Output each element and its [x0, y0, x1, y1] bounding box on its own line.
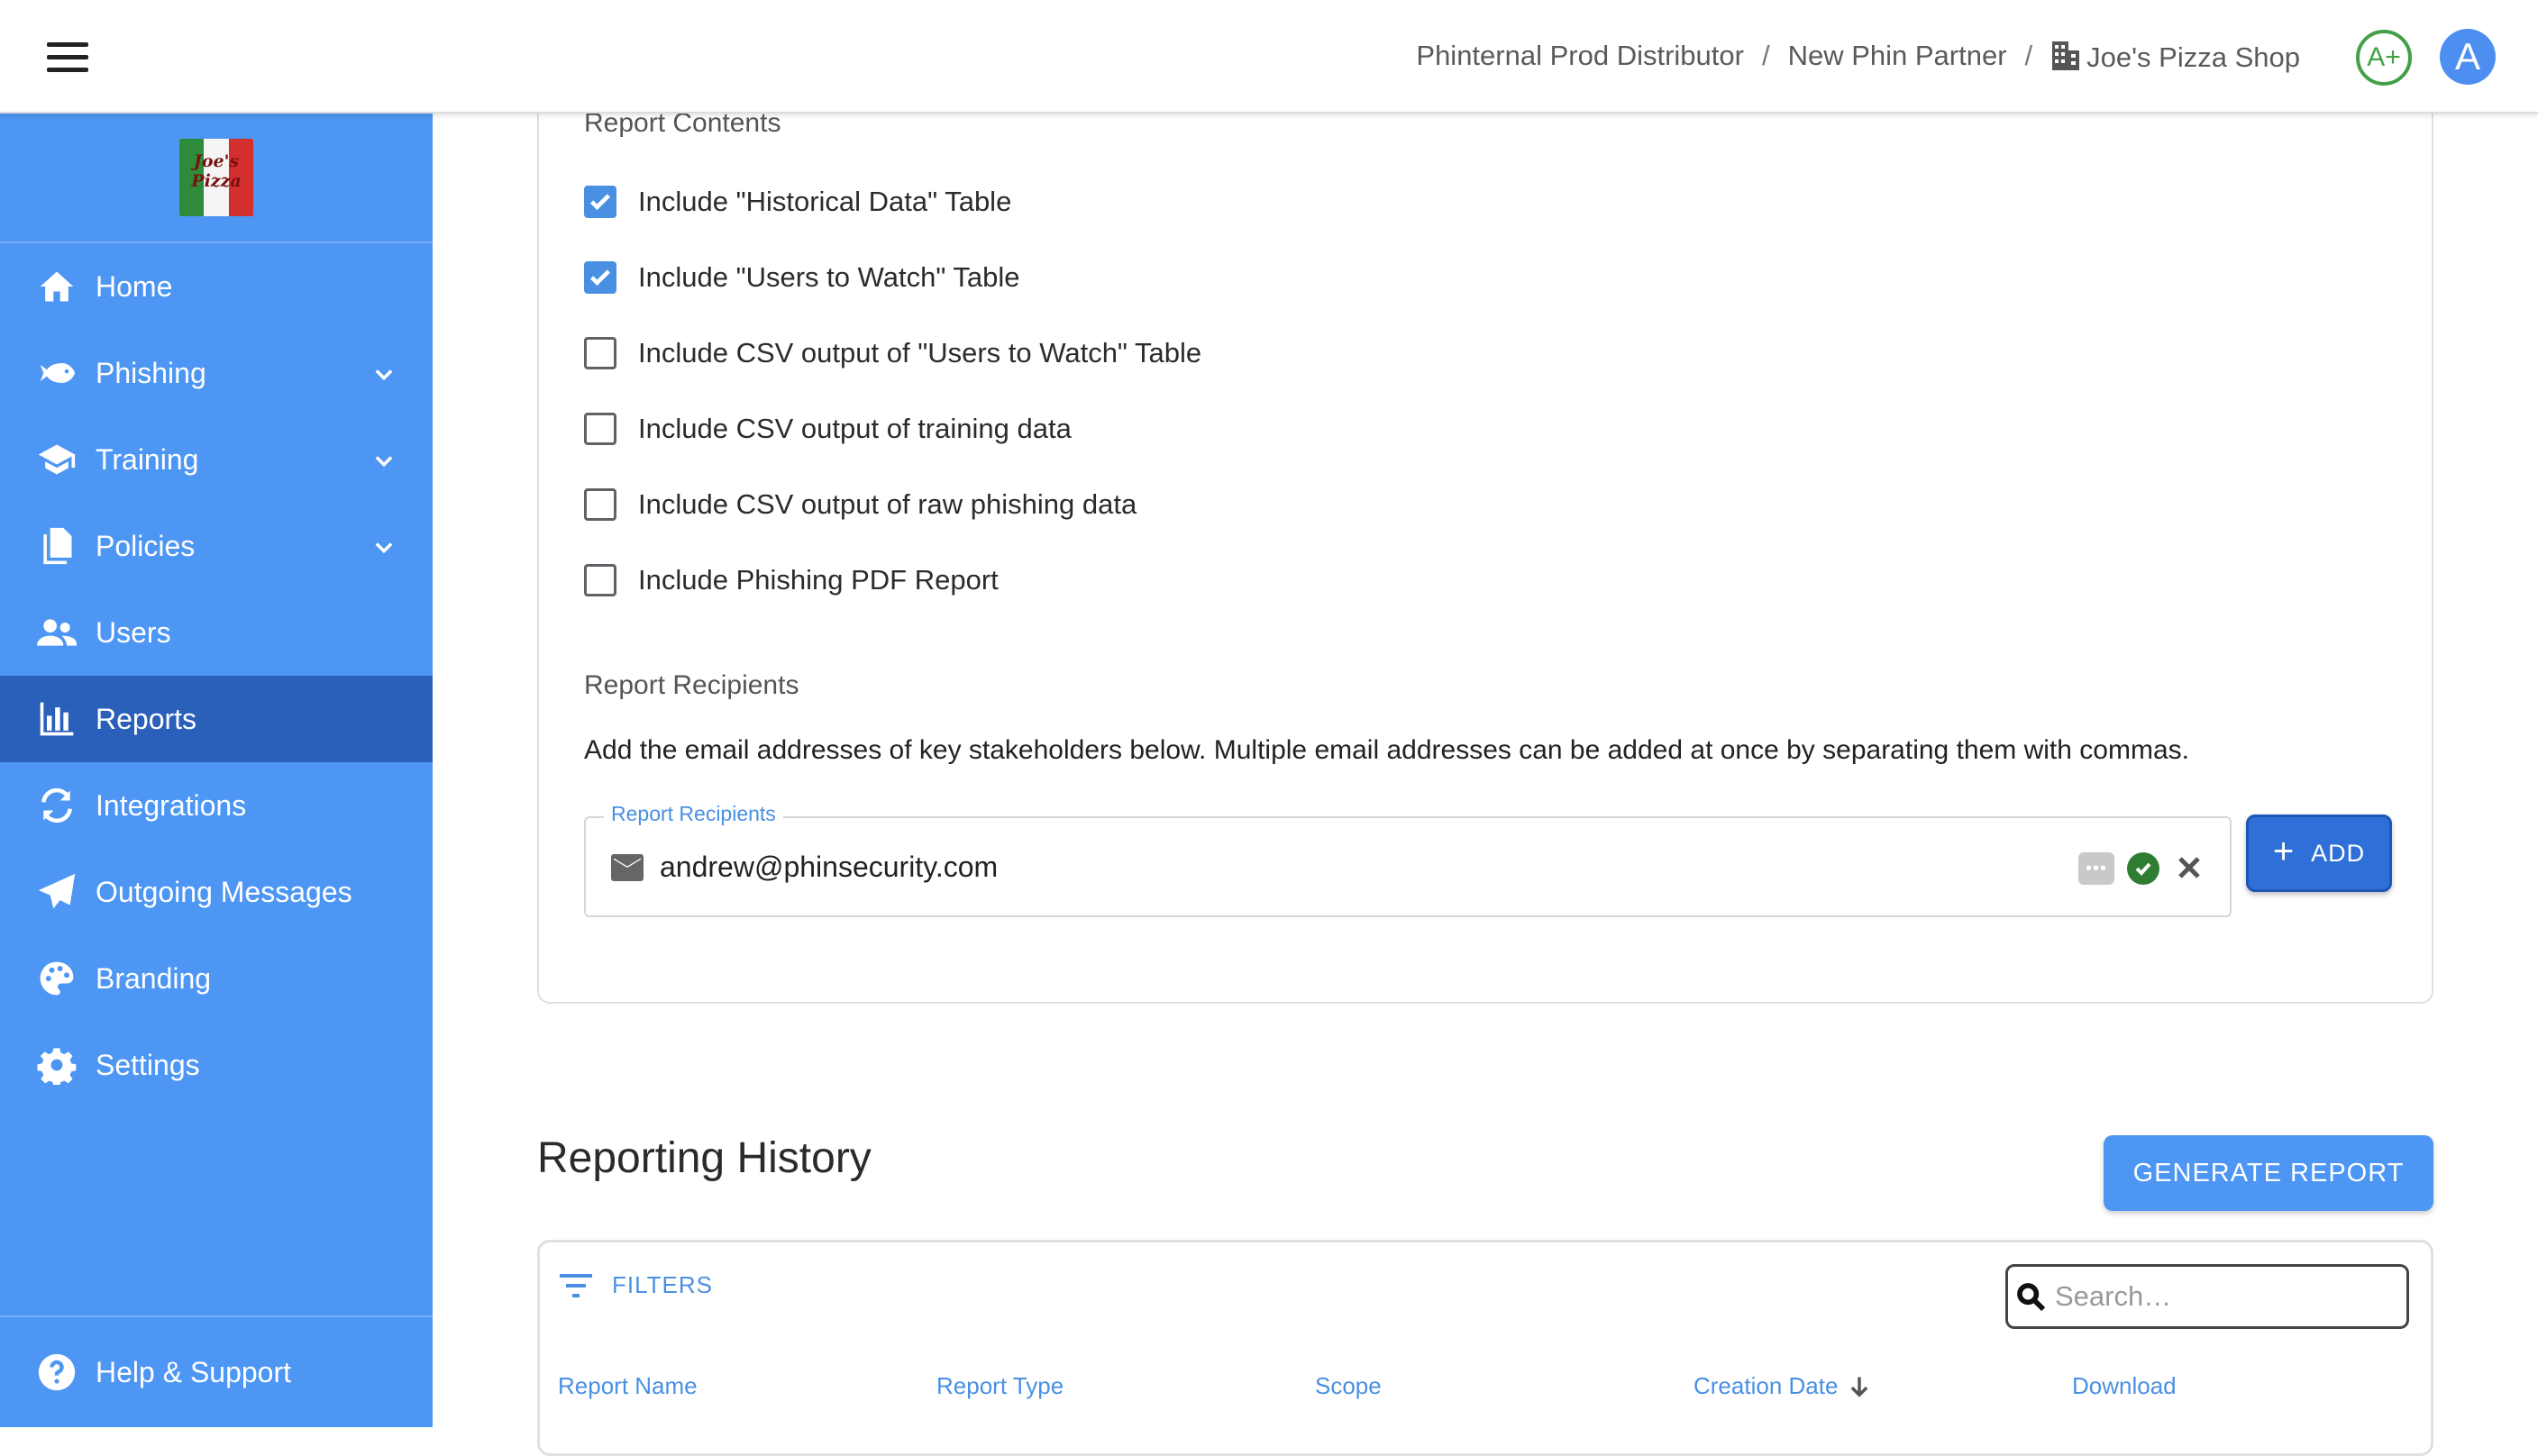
bar-chart-icon: [36, 698, 78, 740]
sidebar-item-branding[interactable]: Branding: [0, 935, 433, 1022]
building-icon: [2052, 41, 2080, 70]
reporting-history-table: FILTERS Report Name Report Type Scope Cr…: [537, 1240, 2433, 1456]
email-icon: [611, 854, 644, 881]
sidebar-item-label: Settings: [96, 1048, 200, 1081]
search-icon: [2017, 1283, 2046, 1312]
help-support-link[interactable]: Help & Support: [0, 1315, 433, 1427]
sidebar-item-label: Home: [96, 269, 173, 303]
sidebar-item-label: Integrations: [96, 788, 247, 822]
option-label: Include CSV output of "Users to Watch" T…: [638, 337, 1202, 369]
breadcrumb-distributor[interactable]: Phinternal Prod Distributor: [1416, 40, 1744, 72]
option-csv-training[interactable]: Include CSV output of training data: [584, 413, 1072, 445]
sidebar-nav: Home Phishing Training Policies Users Re…: [0, 243, 433, 1108]
plus-icon: +: [2272, 831, 2296, 871]
option-label: Include Phishing PDF Report: [638, 564, 999, 596]
sidebar-item-training[interactable]: Training: [0, 416, 433, 503]
paper-plane-icon: [36, 871, 78, 913]
checkbox-unchecked[interactable]: [584, 337, 616, 369]
sidebar-item-label: Branding: [96, 961, 212, 995]
option-label: Include "Users to Watch" Table: [638, 261, 1020, 293]
filters-label: FILTERS: [612, 1271, 713, 1298]
home-icon: [36, 266, 78, 307]
sidebar: Joe's Pizza Home Phishing Training Polic…: [0, 114, 433, 1427]
check-circle-icon: [2127, 852, 2159, 885]
help-support-label: Help & Support: [96, 1355, 292, 1388]
sidebar-item-label: Outgoing Messages: [96, 875, 352, 908]
breadcrumb-separator: /: [1761, 40, 1770, 71]
option-historical-data[interactable]: Include "Historical Data" Table: [584, 186, 1011, 218]
gear-icon: [36, 1044, 78, 1086]
column-header-report-name[interactable]: Report Name: [558, 1372, 698, 1400]
breadcrumb: Phinternal Prod Distributor / New Phin P…: [1416, 38, 2300, 74]
fish-icon: [36, 352, 78, 394]
option-phishing-pdf[interactable]: Include Phishing PDF Report: [584, 564, 999, 596]
breadcrumb-separator: /: [2024, 40, 2033, 71]
logo-area: Joe's Pizza: [0, 114, 433, 243]
checkbox-unchecked[interactable]: [584, 413, 616, 445]
option-csv-users-to-watch[interactable]: Include CSV output of "Users to Watch" T…: [584, 337, 1201, 369]
more-options-icon[interactable]: •••: [2078, 852, 2114, 885]
sidebar-item-label: Training: [96, 442, 199, 476]
help-circle-icon: [36, 1351, 78, 1393]
filters-button[interactable]: FILTERS: [558, 1271, 713, 1299]
checkbox-checked[interactable]: [584, 186, 616, 218]
filter-icon: [560, 1273, 592, 1297]
sort-arrow-down-icon[interactable]: [1847, 1374, 1872, 1399]
option-label: Include CSV output of training data: [638, 413, 1072, 444]
add-recipient-button[interactable]: + ADD: [2246, 814, 2392, 892]
option-label: Include "Historical Data" Table: [638, 186, 1012, 217]
recipients-field[interactable]: Report Recipients andrew@phinsecurity.co…: [584, 802, 2232, 917]
close-icon[interactable]: [2176, 854, 2203, 881]
column-header-report-type[interactable]: Report Type: [936, 1372, 1064, 1400]
documents-icon: [36, 525, 78, 567]
column-header-download[interactable]: Download: [2072, 1372, 2177, 1400]
checkbox-unchecked[interactable]: [584, 564, 616, 596]
column-header-scope[interactable]: Scope: [1315, 1372, 1382, 1400]
palette-icon: [36, 958, 78, 999]
breadcrumb-company-label: Joe's Pizza Shop: [2086, 41, 2300, 73]
add-button-label: ADD: [2311, 839, 2366, 867]
search-input[interactable]: [2055, 1280, 2379, 1313]
chevron-down-icon[interactable]: [371, 447, 397, 472]
recipient-email[interactable]: andrew@phinsecurity.com: [660, 851, 998, 884]
report-recipients-heading: Report Recipients: [584, 670, 799, 700]
breadcrumb-partner[interactable]: New Phin Partner: [1788, 40, 2007, 72]
menu-icon[interactable]: [47, 42, 88, 73]
recipients-field-label: Report Recipients: [604, 802, 783, 826]
graduation-cap-icon: [36, 439, 78, 480]
report-settings-card: Report Contents Include "Historical Data…: [537, 90, 2433, 1004]
generate-report-button[interactable]: GENERATE REPORT: [2104, 1135, 2433, 1211]
sidebar-item-outgoing-messages[interactable]: Outgoing Messages: [0, 849, 433, 935]
sidebar-item-label: Reports: [96, 702, 197, 735]
option-users-to-watch[interactable]: Include "Users to Watch" Table: [584, 261, 1019, 294]
breadcrumb-company[interactable]: Joe's Pizza Shop: [2050, 38, 2300, 74]
search-box: [2005, 1264, 2409, 1329]
reporting-history-title: Reporting History: [537, 1134, 872, 1182]
sidebar-item-label: Users: [96, 615, 171, 649]
user-avatar[interactable]: A: [2440, 29, 2496, 85]
column-header-label: Creation Date: [1694, 1372, 1839, 1399]
column-header-creation-date[interactable]: Creation Date: [1694, 1372, 1872, 1400]
users-icon: [36, 612, 78, 653]
company-logo: Joe's Pizza: [179, 139, 253, 216]
sync-icon: [36, 785, 78, 826]
sidebar-item-users[interactable]: Users: [0, 589, 433, 676]
sidebar-item-integrations[interactable]: Integrations: [0, 762, 433, 849]
sidebar-item-reports[interactable]: Reports: [0, 676, 433, 762]
sidebar-item-home[interactable]: Home: [0, 243, 433, 330]
checkbox-checked[interactable]: [584, 261, 616, 294]
chevron-down-icon[interactable]: [371, 360, 397, 386]
top-bar: Phinternal Prod Distributor / New Phin P…: [0, 0, 2538, 114]
recipients-description: Add the email addresses of key stakehold…: [584, 735, 2189, 765]
option-label: Include CSV output of raw phishing data: [638, 488, 1137, 520]
security-grade-badge[interactable]: A+: [2356, 30, 2412, 86]
sidebar-item-phishing[interactable]: Phishing: [0, 330, 433, 416]
option-csv-raw-phishing[interactable]: Include CSV output of raw phishing data: [584, 488, 1137, 521]
sidebar-item-settings[interactable]: Settings: [0, 1022, 433, 1108]
sidebar-item-label: Phishing: [96, 356, 206, 389]
sidebar-item-label: Policies: [96, 529, 196, 562]
checkbox-unchecked[interactable]: [584, 488, 616, 521]
sidebar-item-policies[interactable]: Policies: [0, 503, 433, 589]
chevron-down-icon[interactable]: [371, 533, 397, 559]
